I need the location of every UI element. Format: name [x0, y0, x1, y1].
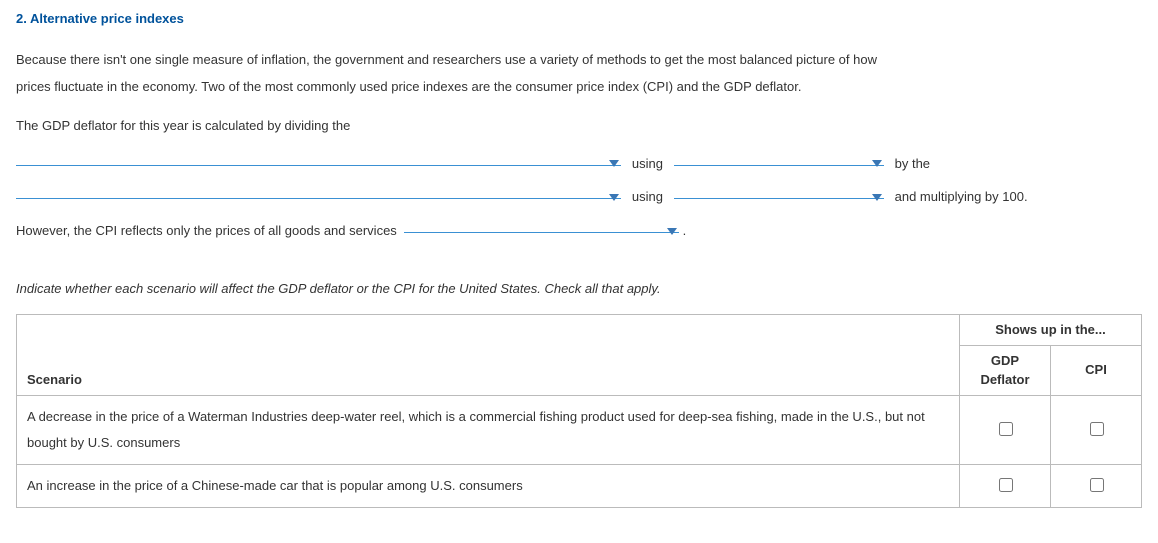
intro-line-2: prices fluctuate in the economy. Two of … [16, 79, 801, 94]
checkbox-cpi-row1[interactable] [1090, 422, 1104, 436]
text-by-the: by the [895, 156, 930, 171]
scenario-text: An increase in the price of a Chinese-ma… [17, 464, 960, 507]
fillin-lead: The GDP deflator for this year is calcul… [16, 109, 1142, 143]
fill-in-block: The GDP deflator for this year is calcul… [16, 109, 1142, 248]
chevron-down-icon [609, 160, 619, 168]
col-header-gdp: GDP Deflator [960, 346, 1051, 395]
chevron-down-icon [667, 228, 677, 236]
col-header-group: Shows up in the... [960, 315, 1142, 346]
col-header-scenario: Scenario [17, 315, 960, 396]
scenario-text: A decrease in the price of a Waterman In… [17, 395, 960, 464]
section-heading: 2. Alternative price indexes [16, 10, 1142, 28]
dropdown-denominator-prices[interactable] [674, 180, 884, 199]
dropdown-cpi-scope[interactable] [404, 214, 679, 233]
scenario-table: Scenario Shows up in the... GDP Deflator… [16, 314, 1142, 508]
chevron-down-icon [872, 194, 882, 202]
text-using-2: using [632, 189, 663, 204]
intro-line-1: Because there isn't one single measure o… [16, 52, 877, 67]
chevron-down-icon [872, 160, 882, 168]
dropdown-numerator-value[interactable] [16, 147, 621, 166]
instruction-text: Indicate whether each scenario will affe… [16, 280, 1142, 298]
checkbox-gdp-row2[interactable] [999, 478, 1013, 492]
checkbox-gdp-row1[interactable] [999, 422, 1013, 436]
text-using-1: using [632, 156, 663, 171]
intro-paragraph: Because there isn't one single measure o… [16, 46, 1142, 101]
dropdown-numerator-prices[interactable] [674, 147, 884, 166]
text-period: . [683, 223, 687, 238]
text-however: However, the CPI reflects only the price… [16, 223, 397, 238]
col-header-cpi: CPI [1051, 346, 1142, 395]
text-mult-100: and multiplying by 100. [895, 189, 1028, 204]
dropdown-denominator-value[interactable] [16, 180, 621, 199]
checkbox-cpi-row2[interactable] [1090, 478, 1104, 492]
chevron-down-icon [609, 194, 619, 202]
table-row: A decrease in the price of a Waterman In… [17, 395, 1142, 464]
table-row: An increase in the price of a Chinese-ma… [17, 464, 1142, 507]
